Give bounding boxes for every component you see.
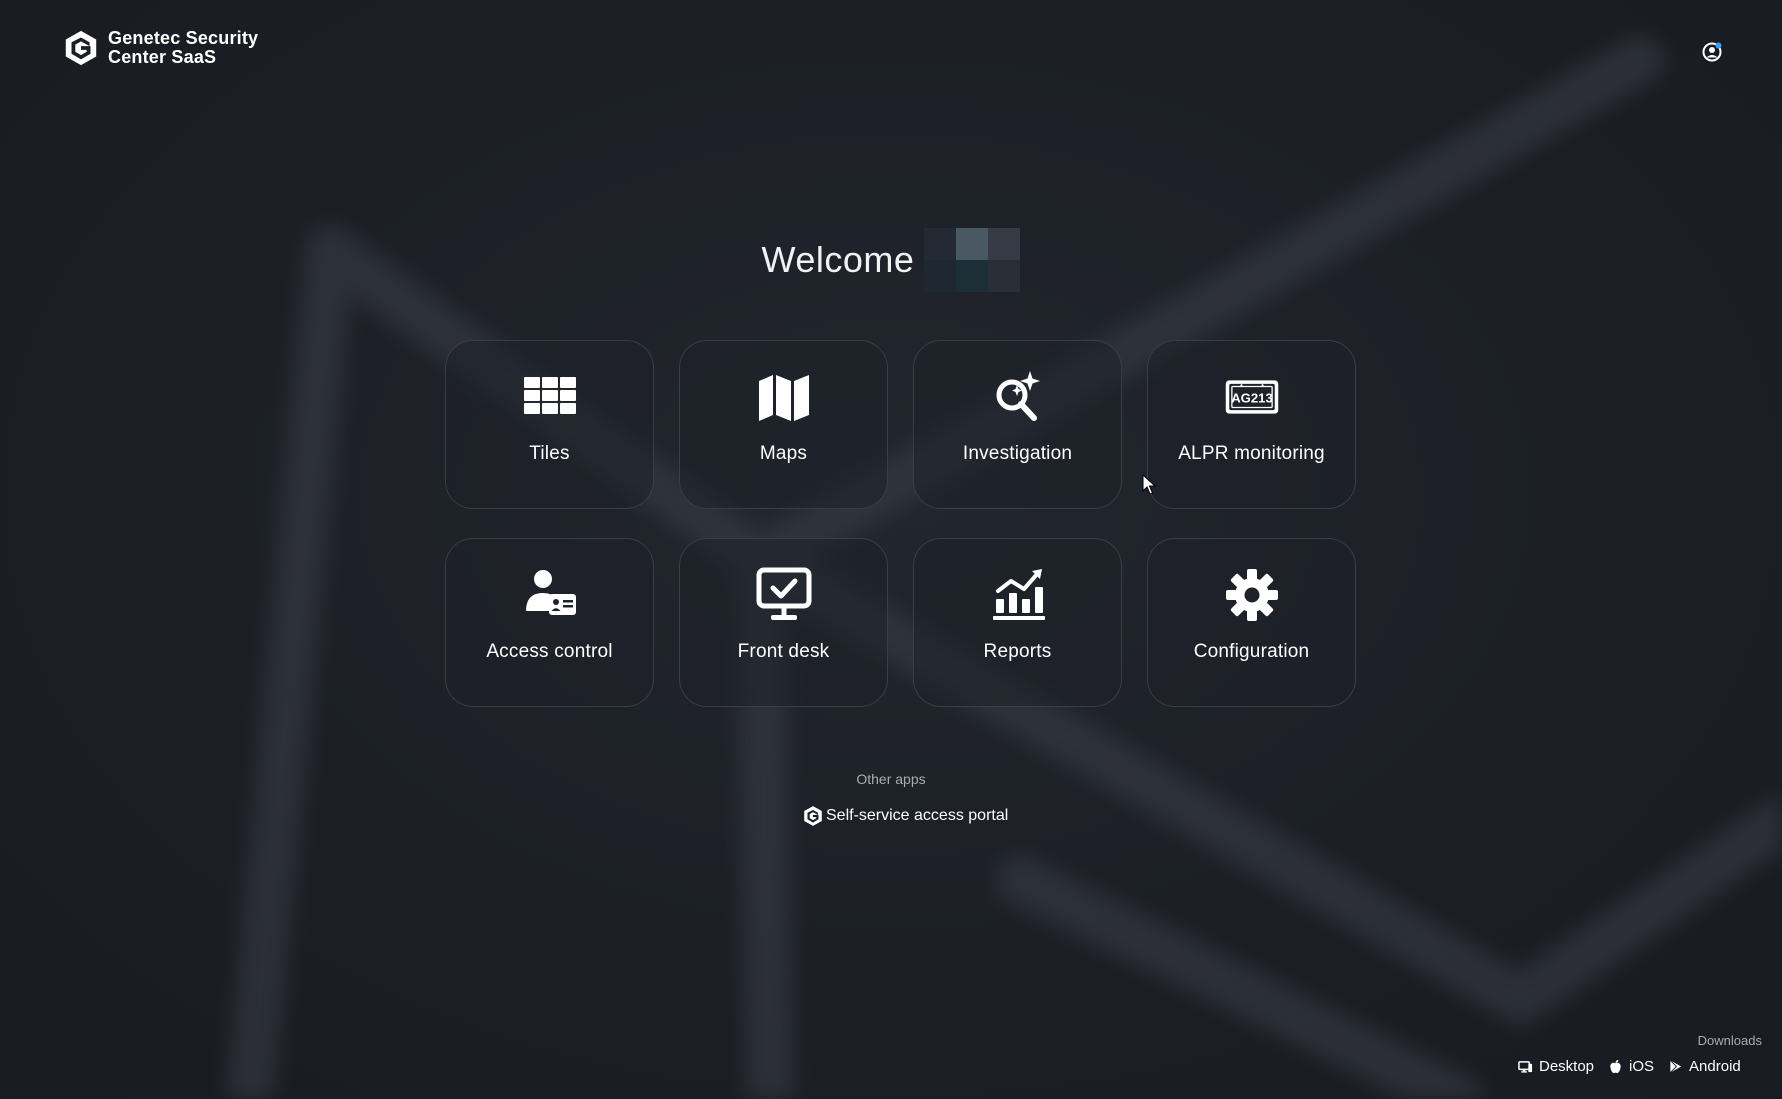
tile-configuration[interactable]: Configuration: [1147, 538, 1356, 707]
gear-icon: [1225, 569, 1278, 621]
map-icon: [758, 375, 809, 421]
downloads-heading: Downloads: [1697, 1033, 1762, 1048]
person-id-card-icon: [525, 570, 576, 615]
brand-logo[interactable]: Genetec Security Center SaaS: [62, 28, 258, 68]
genetec-logo-icon: [804, 806, 822, 826]
tile-tiles[interactable]: Tiles: [445, 340, 654, 509]
plate-text: AG213: [1231, 390, 1273, 405]
tile-label: Tiles: [529, 443, 570, 464]
app-tiles-grid: Tiles Maps Investigation AG213 ALPR moni…: [445, 340, 1356, 707]
user-circle-icon: [1702, 42, 1722, 62]
grid-tiles-icon: [523, 377, 576, 414]
home-page: Genetec Security Center SaaS Welcome Til…: [0, 0, 1782, 1099]
downloads-list: Desktop iOS Android: [1518, 1058, 1741, 1075]
tile-reports[interactable]: Reports: [913, 538, 1122, 707]
download-ios-link[interactable]: iOS: [1608, 1058, 1654, 1075]
mouse-cursor-icon: [1142, 474, 1156, 495]
brand-name: Genetec Security Center SaaS: [108, 29, 258, 67]
tile-maps[interactable]: Maps: [679, 340, 888, 509]
self-service-portal-label: Self-service access portal: [826, 807, 1009, 824]
desktop-icon: [1518, 1061, 1533, 1073]
tile-label: ALPR monitoring: [1178, 443, 1325, 464]
license-plate-icon: AG213: [1225, 380, 1278, 414]
monitor-check-icon: [756, 567, 811, 620]
welcome-banner: Welcome: [0, 228, 1782, 292]
brand-name-line2: Center SaaS: [108, 47, 217, 67]
download-desktop-label: Desktop: [1539, 1058, 1595, 1075]
notification-dot: [1715, 42, 1722, 49]
tile-label: Front desk: [737, 641, 830, 662]
apple-icon: [1610, 1059, 1621, 1074]
download-desktop-link[interactable]: Desktop: [1518, 1058, 1594, 1075]
tile-alpr-monitoring[interactable]: AG213 ALPR monitoring: [1147, 340, 1356, 509]
tile-label: Investigation: [962, 443, 1073, 464]
tile-label: Reports: [983, 641, 1052, 662]
other-apps-heading: Other apps: [856, 771, 926, 787]
magnifier-sparkle-icon: [996, 371, 1040, 421]
tile-front-desk[interactable]: Front desk: [679, 538, 888, 707]
download-ios-label: iOS: [1629, 1058, 1655, 1075]
download-android-label: Android: [1689, 1058, 1741, 1075]
brand-name-line1: Genetec Security: [108, 28, 259, 48]
tile-label: Access control: [486, 641, 613, 662]
self-service-portal-link[interactable]: Self-service access portal: [802, 804, 1008, 828]
play-store-icon: [1670, 1060, 1682, 1073]
tile-label: Maps: [759, 443, 808, 464]
genetec-logo-icon: [65, 30, 97, 66]
download-android-link[interactable]: Android: [1668, 1058, 1741, 1075]
welcome-greeting: Welcome: [761, 239, 915, 280]
user-account-button[interactable]: [1700, 40, 1724, 64]
tile-investigation[interactable]: Investigation: [913, 340, 1122, 509]
tile-access-control[interactable]: Access control: [445, 538, 654, 707]
bar-chart-icon: [992, 569, 1045, 620]
tile-label: Configuration: [1193, 641, 1310, 662]
redacted-username: [924, 228, 1021, 292]
